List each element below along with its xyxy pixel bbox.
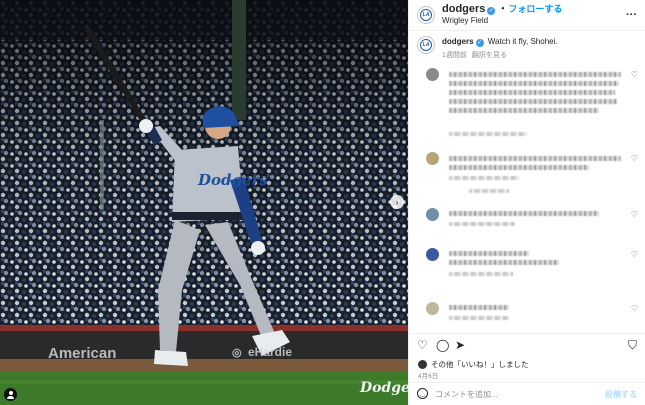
more-options-icon[interactable]: ···	[626, 9, 637, 21]
comment-item: ♡	[417, 68, 643, 138]
post-comment-button[interactable]: 投稿する	[605, 389, 637, 400]
post-location[interactable]: Wrigley Field	[442, 15, 562, 26]
blurred-comment-text	[449, 211, 599, 216]
comment-like-heart-icon[interactable]: ♡	[631, 154, 638, 163]
commenter-avatar[interactable]	[426, 152, 439, 165]
blurred-comment-text	[449, 251, 529, 256]
commenter-avatar[interactable]	[426, 302, 439, 315]
instagram-post-modal: Dodgers American eHardie ◎ Dodgers › LA …	[0, 0, 645, 405]
emoji-icon[interactable]: ‿	[417, 388, 428, 399]
post-header: LA dodgers ✓ ・フォローする Wrigley Field ···	[409, 0, 645, 31]
jersey-text: Dodgers	[197, 171, 268, 189]
author-avatar[interactable]: LA	[417, 6, 435, 24]
commenter-avatar[interactable]	[426, 68, 439, 81]
blurred-comment-text	[449, 305, 509, 310]
comment-item: ♡	[417, 302, 643, 328]
next-photo-button[interactable]: ›	[390, 195, 404, 209]
comment-item: ♡	[417, 152, 643, 196]
post-caption: LA dodgers ✓ Watch it fly, Shohei. 1週間前 翻訳…	[417, 36, 558, 61]
comment-item: ♡	[417, 208, 643, 238]
share-send-icon[interactable]: ➤	[455, 338, 465, 352]
caption-time: 1週間前	[442, 52, 467, 59]
dodgers-watermark: Dodgers	[359, 380, 408, 396]
verified-badge-icon: ✓	[475, 39, 484, 47]
translate-link[interactable]: 翻訳を見る	[472, 52, 507, 59]
comment-input-bar: ‿ コメントを追加... 投稿する	[409, 382, 645, 405]
like-heart-icon[interactable]: ♡	[417, 338, 428, 352]
post-date: 4月6日	[418, 373, 439, 380]
banner-logo-mark: ◎	[232, 347, 242, 359]
comment-like-heart-icon[interactable]: ♡	[631, 70, 638, 79]
photo-illustration: Dodgers American eHardie ◎ Dodgers	[0, 0, 408, 405]
blurred-comment-text	[449, 72, 621, 77]
caption-text: Watch it fly, Shohei.	[487, 37, 558, 46]
tagged-users-button[interactable]	[4, 388, 17, 401]
liker-avatar[interactable]	[418, 360, 427, 369]
banner-left-text: American	[48, 345, 116, 362]
commenter-avatar[interactable]	[426, 248, 439, 261]
post-action-bar: ♡ ◯ ➤ ⛉ その他「いいね！」しました 4月6日	[409, 333, 645, 380]
verified-badge-icon: ✓	[487, 7, 496, 15]
post-side-panel: LA dodgers ✓ ・フォローする Wrigley Field ··· LA …	[408, 0, 645, 405]
caption-avatar[interactable]: LA	[417, 36, 435, 54]
blurred-comment-text	[449, 156, 621, 161]
author-username[interactable]: dodgers	[442, 3, 485, 15]
comment-like-heart-icon[interactable]: ♡	[631, 210, 638, 219]
comment-like-heart-icon[interactable]: ♡	[631, 250, 638, 259]
comment-item: ♡	[417, 248, 643, 292]
chevron-right-icon: ›	[395, 197, 399, 207]
save-bookmark-icon[interactable]: ⛉	[628, 338, 637, 353]
commenter-avatar[interactable]	[426, 208, 439, 221]
user-icon	[8, 391, 13, 395]
follow-button[interactable]: フォローする	[508, 4, 562, 14]
post-photo[interactable]: Dodgers American eHardie ◎ Dodgers ›	[0, 0, 408, 405]
comment-input[interactable]: コメントを追加...	[435, 389, 498, 400]
likes-text[interactable]: その他「いいね！」しました	[431, 359, 529, 370]
banner-right-text: eHardie	[248, 345, 292, 359]
caption-username[interactable]: dodgers	[442, 37, 474, 46]
comment-like-heart-icon[interactable]: ♡	[631, 304, 638, 313]
comment-bubble-icon[interactable]: ◯	[436, 338, 449, 352]
